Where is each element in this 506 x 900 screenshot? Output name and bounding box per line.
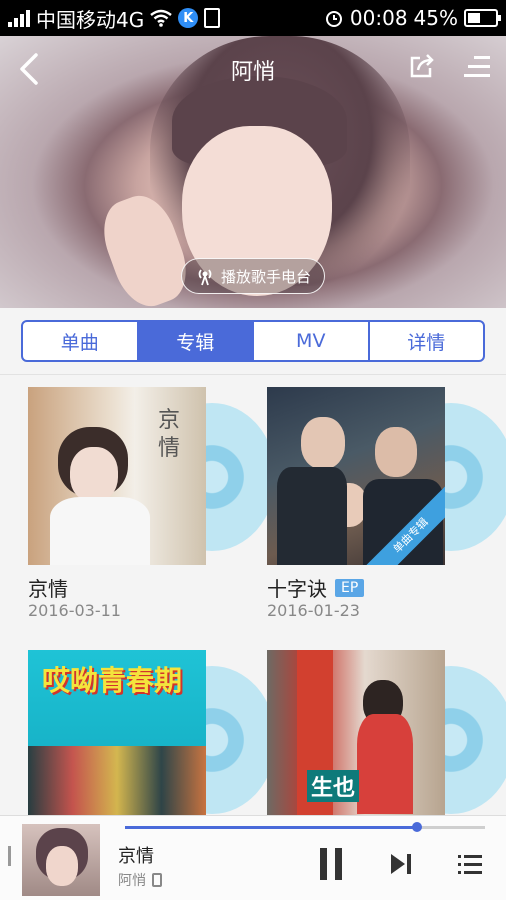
album-cover[interactable]: 生也 — [267, 650, 445, 815]
now-playing-cover[interactable] — [22, 824, 100, 896]
album-cover-text: 生也 — [307, 770, 360, 802]
tab-bar: 单曲 专辑 MV 详情 — [21, 320, 485, 362]
album-cover[interactable]: 京情 — [28, 387, 206, 565]
alarm-icon — [325, 11, 342, 27]
progress-knob[interactable] — [411, 822, 422, 832]
top-bar: 阿悄 — [0, 36, 506, 100]
play-artist-radio-button[interactable]: 播放歌手电台 — [181, 258, 325, 294]
phone-icon — [152, 873, 162, 887]
tab-singles[interactable]: 单曲 — [23, 322, 139, 360]
now-playing-artist: 阿悄 — [118, 873, 146, 889]
ep-badge: EP — [335, 578, 365, 597]
menu-icon[interactable] — [464, 54, 492, 80]
radio-icon — [198, 269, 212, 286]
progress-fill — [125, 826, 417, 829]
tab-albums[interactable]: 专辑 — [138, 322, 254, 360]
share-icon[interactable] — [408, 52, 436, 80]
album-cover-text: 京情 — [158, 408, 181, 461]
album-date: 2016-01-23 — [267, 601, 360, 620]
divider — [0, 374, 506, 375]
album-cover[interactable]: 哎呦青春期 — [28, 650, 206, 815]
carrier-label: 中国移动4G — [36, 7, 145, 32]
tab-details[interactable]: 详情 — [370, 322, 484, 360]
status-bar: 中国移动4G K 00:08 45% — [0, 0, 506, 36]
wifi-icon — [150, 9, 173, 27]
battery-icon — [464, 9, 501, 27]
album-cover[interactable]: 单曲专辑 — [267, 387, 445, 565]
document-icon — [204, 8, 221, 28]
radio-button-label: 播放歌手电台 — [220, 267, 311, 286]
album-date: 2016-03-11 — [28, 601, 121, 620]
now-playing-title: 京情 — [118, 846, 154, 867]
signal-icon — [8, 9, 30, 27]
album-title: 京情 — [28, 577, 68, 601]
clock-time: 00:08 — [349, 6, 408, 30]
pause-icon[interactable] — [318, 848, 344, 880]
album-cover-text: 哎呦青春期 — [42, 664, 183, 697]
drag-handle[interactable] — [8, 846, 11, 866]
album-title: 十字诀 — [267, 577, 327, 601]
playlist-icon[interactable] — [458, 854, 482, 876]
tab-mv[interactable]: MV — [254, 322, 370, 360]
progress-bar[interactable] — [125, 822, 485, 832]
next-track-icon[interactable] — [389, 852, 413, 876]
mini-player[interactable]: 京情 阿悄 — [0, 815, 506, 900]
k-app-icon: K — [178, 8, 199, 28]
battery-percent: 45% — [413, 6, 458, 30]
